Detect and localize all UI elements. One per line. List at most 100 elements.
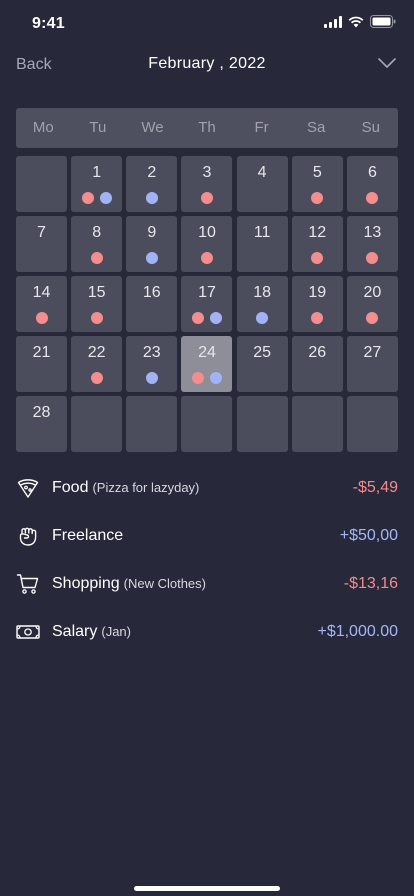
event-dots [126,192,177,204]
calendar-day-number: 21 [32,344,51,361]
weekday-su: Su [361,119,380,136]
event-dots [237,312,288,324]
expense-dot [90,312,103,324]
calendar-day-22[interactable]: 22 [71,336,123,392]
event-dots [292,312,343,324]
income-dot [209,312,222,324]
transaction-title: Salary (Jan) [52,623,131,640]
transaction-list: Food (Pizza for lazyday) -$5,49 Freelance… [0,464,414,656]
calendar-day-9[interactable]: 9 [126,216,178,272]
transaction-title: Food (Pizza for lazyday) [52,479,200,496]
calendar-day-23[interactable]: 23 [126,336,178,392]
calendar-day-number: 5 [312,164,322,181]
calendar-day-21[interactable]: 21 [16,336,67,392]
calendar-empty-cell [291,396,343,452]
calendar-day-6[interactable]: 6 [346,156,398,212]
calendar-day-number: 6 [367,164,377,181]
fist-icon [19,527,37,546]
calendar-empty-cell [346,396,398,452]
calendar-day-1[interactable]: 1 [71,156,123,212]
calendar-day-4[interactable]: 4 [236,156,288,212]
calendar-day-number: 20 [363,284,382,301]
calendar-day-12[interactable]: 12 [291,216,343,272]
calendar-day-number: 4 [257,164,267,181]
calendar-empty-cell [236,396,288,452]
calendar-day-20[interactable]: 20 [346,276,398,332]
weekday-th: Th [198,119,216,136]
income-dot [99,192,112,204]
transaction-shopping[interactable]: Shopping (New Clothes) -$13,16 [0,560,414,608]
expense-dot [366,312,379,324]
calendar-day-15[interactable]: 15 [71,276,123,332]
calendar-day-number: 18 [253,284,272,301]
calendar-day-28[interactable]: 28 [16,396,67,452]
calendar-day-5[interactable]: 5 [291,156,343,212]
transaction-salary[interactable]: Salary (Jan) +$1,000.00 [0,608,414,656]
calendar-day-3[interactable]: 3 [181,156,233,212]
expense-dot [366,252,379,264]
event-dots [126,252,177,264]
home-indicator [134,886,280,891]
calendar-day-number: 22 [87,344,106,361]
event-dots [181,252,232,264]
chevron-down-icon[interactable] [378,57,396,69]
status-bar: 9:41 [0,0,414,48]
calendar-day-18[interactable]: 18 [236,276,288,332]
transaction-title: Shopping (New Clothes) [52,575,206,592]
status-icons [324,15,396,28]
calendar-day-27[interactable]: 27 [346,336,398,392]
expense-dot [200,192,213,204]
pizza-icon [17,479,39,498]
calendar-day-26[interactable]: 26 [291,336,343,392]
transaction-amount: -$5,49 [352,479,398,496]
calendar-day-13[interactable]: 13 [346,216,398,272]
transaction-freelance[interactable]: Freelance +$50,00 [0,512,414,560]
transaction-amount: +$50,00 [339,527,398,544]
event-dots [71,192,122,204]
weekday-mo: Mo [32,119,54,136]
transaction-note: (New Clothes) [123,576,206,591]
calendar-day-number: 15 [87,284,106,301]
wifi-icon [348,16,364,27]
status-time: 9:41 [32,15,65,32]
event-dots [16,312,67,324]
calendar-day-2[interactable]: 2 [126,156,178,212]
transaction-note: (Pizza for lazyday) [92,480,200,495]
calendar-day-8[interactable]: 8 [71,216,123,272]
event-dots [71,312,122,324]
calendar-day-19[interactable]: 19 [291,276,343,332]
calendar-day-11[interactable]: 11 [236,216,288,272]
event-dots [71,252,122,264]
expense-dot [311,312,324,324]
transaction-amount: +$1,000.00 [317,623,398,640]
event-dots [181,192,232,204]
calendar-day-10[interactable]: 10 [181,216,233,272]
calendar-day-14[interactable]: 14 [16,276,67,332]
calendar-day-number: 2 [147,164,157,181]
calendar-day-number: 28 [32,404,51,421]
weekday-tu: Tu [89,119,107,136]
calendar-grid: 1 2 3 4 5 6 7 8 9 10 11 12 13 14 15 16 17 18 19 20 21 22 23 24 2… [16,156,398,452]
weekday-sa: Sa [307,119,326,136]
calendar-day-7[interactable]: 7 [16,216,67,272]
expense-dot [191,312,204,324]
income-dot [209,372,222,384]
event-dots [292,192,343,204]
calendar-day-number: 7 [37,224,46,241]
month-title[interactable]: February , 2022 [0,55,414,73]
calendar-day-16[interactable]: 16 [126,276,178,332]
calendar-day-24[interactable]: 24 [181,336,233,392]
expense-dot [35,312,48,324]
event-dots [292,252,343,264]
expense-dot [191,372,204,384]
banknote-icon [16,625,40,639]
event-dots [71,372,122,384]
calendar-day-25[interactable]: 25 [236,336,288,392]
calendar-day-number: 9 [147,224,157,241]
transaction-food[interactable]: Food (Pizza for lazyday) -$5,49 [0,464,414,512]
calendar-day-17[interactable]: 17 [181,276,233,332]
expense-dot [200,252,213,264]
weekday-we: We [141,119,164,136]
transaction-note: (Jan) [101,624,131,639]
calendar-day-number: 24 [198,344,216,361]
